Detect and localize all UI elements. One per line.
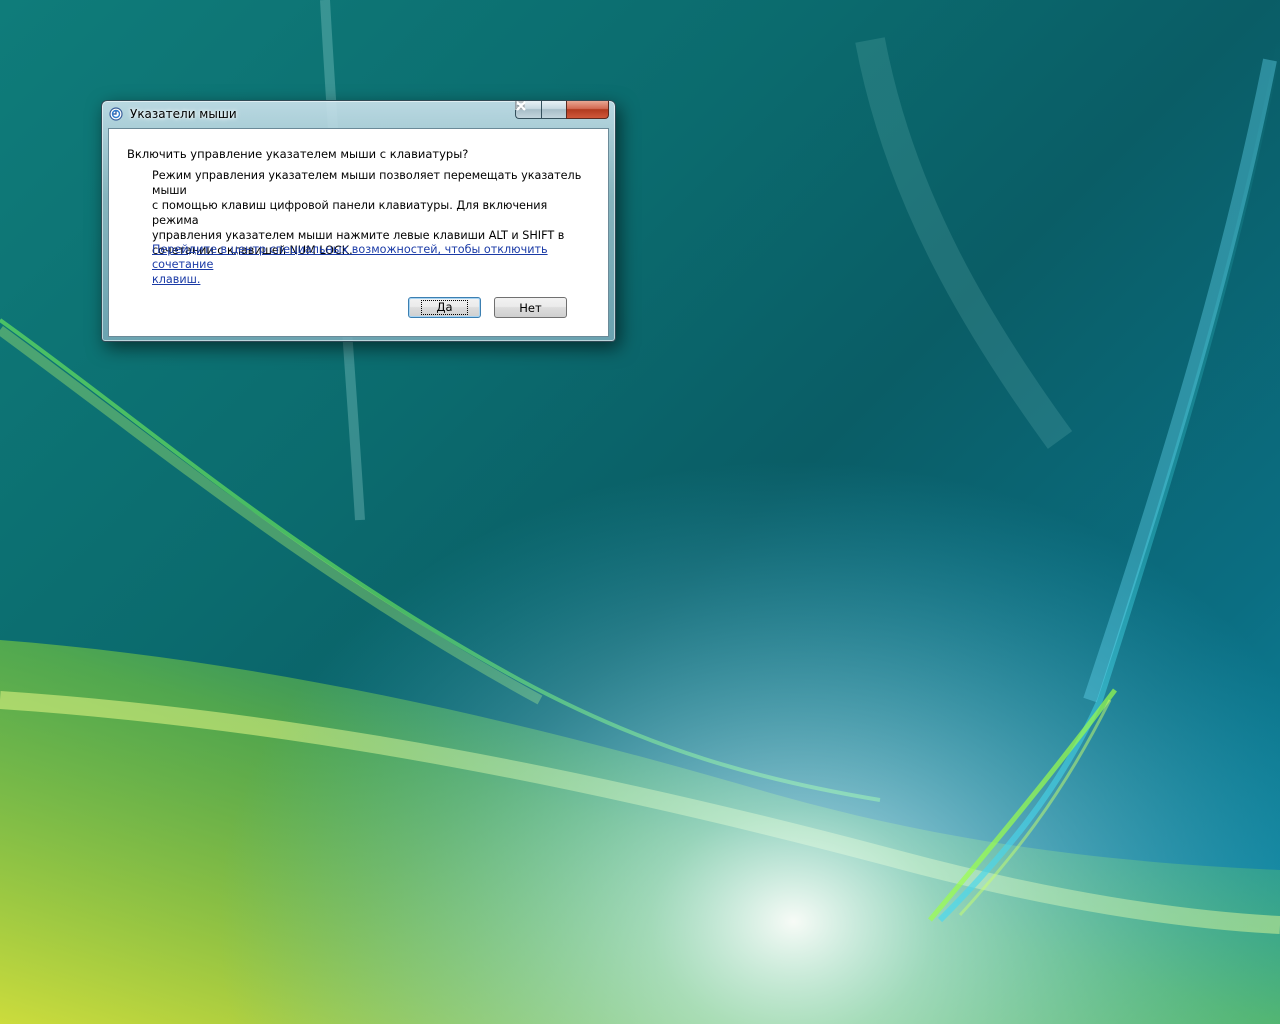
no-button[interactable]: Нет — [494, 297, 567, 318]
desktop: Указатели мыши Включить управление указа… — [0, 0, 1280, 1024]
dialog-question: Включить управление указателем мыши с кл… — [127, 147, 469, 161]
ease-of-access-icon — [109, 107, 123, 121]
maximize-button[interactable] — [515, 101, 566, 119]
close-button[interactable] — [516, 101, 609, 119]
no-button-label: Нет — [519, 300, 542, 315]
title-bar[interactable]: Указатели мыши — [102, 101, 615, 127]
caption-buttons — [515, 101, 609, 120]
mouse-keys-dialog: Указатели мыши Включить управление указа… — [101, 100, 616, 342]
yes-button[interactable]: Да — [408, 297, 481, 318]
dialog-content: Включить управление указателем мыши с кл… — [108, 128, 609, 337]
yes-button-label: Да — [421, 300, 468, 315]
ease-of-access-center-link[interactable]: Перейдите в центр специальных возможност… — [152, 242, 597, 287]
window-title: Указатели мыши — [130, 107, 237, 121]
